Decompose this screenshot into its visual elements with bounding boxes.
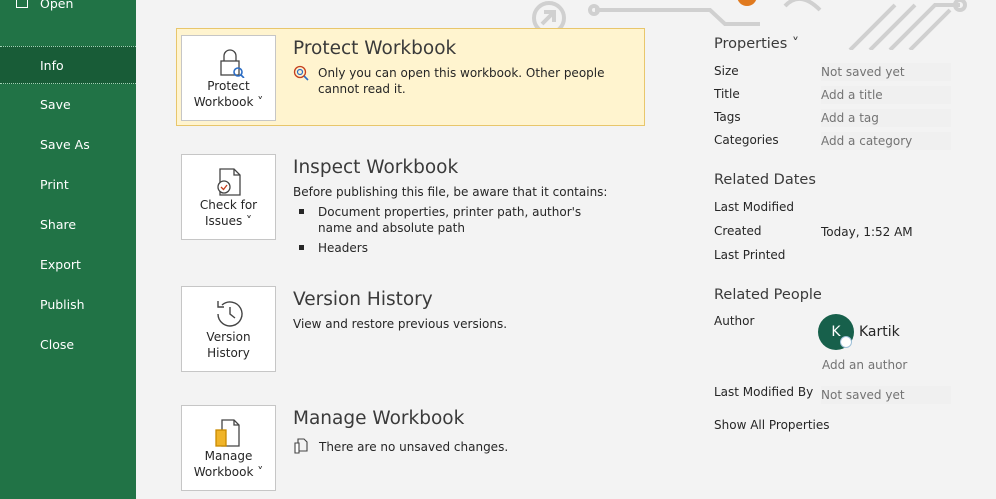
created-label: Created [714, 224, 762, 238]
last-modified-by-label: Last Modified By [714, 385, 814, 399]
manage-workbook-label: Manage Workbook ˅ [193, 449, 264, 479]
show-all-properties-link[interactable]: Show All Properties [714, 418, 830, 432]
author-label: Author [714, 314, 755, 328]
sidebar-item-publish[interactable]: Publish [0, 286, 136, 324]
sidebar-item-label: Open [40, 0, 74, 11]
sidebar-item-label: Export [40, 257, 81, 272]
protect-workbook-title: Protect Workbook [293, 38, 457, 59]
version-history-label: Version History [206, 330, 251, 360]
sidebar-item-info[interactable]: Info [0, 46, 136, 84]
created-value: Today, 1:52 AM [821, 225, 913, 239]
related-people-header: Related People [714, 287, 822, 303]
version-history-description: View and restore previous versions. [293, 317, 508, 331]
protect-workbook-section: Protect Workbook ˅ Protect Workbook Only… [176, 28, 645, 126]
sidebar-item-share[interactable]: Share [0, 206, 136, 244]
version-history-section: Version History Version History View and… [176, 286, 645, 372]
size-label: Size [714, 64, 739, 78]
protect-workbook-button[interactable]: Protect Workbook ˅ [181, 35, 276, 121]
manage-workbook-status: There are no unsaved changes. [319, 440, 509, 454]
sidebar-item-label: Share [40, 217, 77, 232]
properties-header[interactable]: Properties ˅ [714, 36, 799, 52]
tags-field[interactable]: Add a tag [821, 109, 951, 127]
sidebar-item-export[interactable]: Export [0, 246, 136, 284]
check-for-issues-button[interactable]: Check for Issues ˅ [181, 154, 276, 240]
history-clock-icon [217, 301, 243, 327]
protect-workbook-label: Protect Workbook ˅ [193, 79, 264, 109]
inspect-workbook-intro: Before publishing this file, be aware th… [293, 185, 608, 199]
manage-documents-icon [215, 419, 240, 447]
manage-workbook-title: Manage Workbook [293, 408, 465, 429]
related-dates-header: Related Dates [714, 172, 816, 188]
sidebar-item-label: Save [40, 97, 71, 112]
sidebar-item-close[interactable]: Close [0, 326, 136, 364]
list-item: Document properties, printer path, autho… [293, 204, 613, 236]
manage-workbook-section: Manage Workbook ˅ Manage Workbook There … [176, 405, 645, 491]
inspect-bullet-list: Document properties, printer path, autho… [293, 204, 613, 260]
last-printed-label: Last Printed [714, 248, 786, 262]
title-field[interactable]: Add a title [821, 86, 951, 104]
version-history-title: Version History [293, 289, 433, 310]
sidebar-item-open[interactable]: Open [0, 0, 136, 20]
author-name[interactable]: Kartik [859, 324, 900, 340]
categories-field[interactable]: Add a category [821, 132, 951, 150]
protect-workbook-description: Only you can open this workbook. Other p… [318, 66, 605, 96]
check-for-issues-label: Check for Issues ˅ [199, 198, 258, 228]
inspect-workbook-title: Inspect Workbook [293, 157, 459, 178]
categories-label: Categories [714, 133, 779, 147]
properties-panel: Properties ˅ Size Not saved yet Title Ad… [714, 0, 996, 499]
open-folder-icon [16, 0, 28, 8]
lock-search-icon [220, 49, 245, 78]
documents-icon [294, 438, 308, 454]
size-value: Not saved yet [821, 63, 951, 81]
add-author-field[interactable]: Add an author [822, 358, 907, 372]
manage-workbook-button[interactable]: Manage Workbook ˅ [181, 405, 276, 491]
presence-status-icon [840, 336, 852, 348]
sidebar-item-label: Save As [40, 137, 90, 152]
sidebar-item-label: Info [40, 58, 64, 73]
sidebar-item-label: Close [40, 337, 75, 352]
check-document-icon [217, 168, 241, 196]
last-modified-label: Last Modified [714, 200, 795, 214]
version-history-button[interactable]: Version History [181, 286, 276, 372]
list-item: Headers [293, 240, 613, 256]
last-modified-by-value: Not saved yet [821, 386, 951, 404]
tags-label: Tags [714, 110, 741, 124]
sidebar-item-label: Publish [40, 297, 85, 312]
sidebar-item-save-as[interactable]: Save As [0, 126, 136, 164]
inspect-workbook-section: Check for Issues ˅ Inspect Workbook Befo… [176, 154, 645, 255]
title-label: Title [714, 87, 740, 101]
search-icon [293, 65, 309, 81]
sidebar-item-save[interactable]: Save [0, 86, 136, 124]
sidebar-item-label: Print [40, 177, 69, 192]
sidebar-item-print[interactable]: Print [0, 166, 136, 204]
backstage-sidebar: Open Info Save Save As Print Share Expor… [0, 0, 136, 499]
